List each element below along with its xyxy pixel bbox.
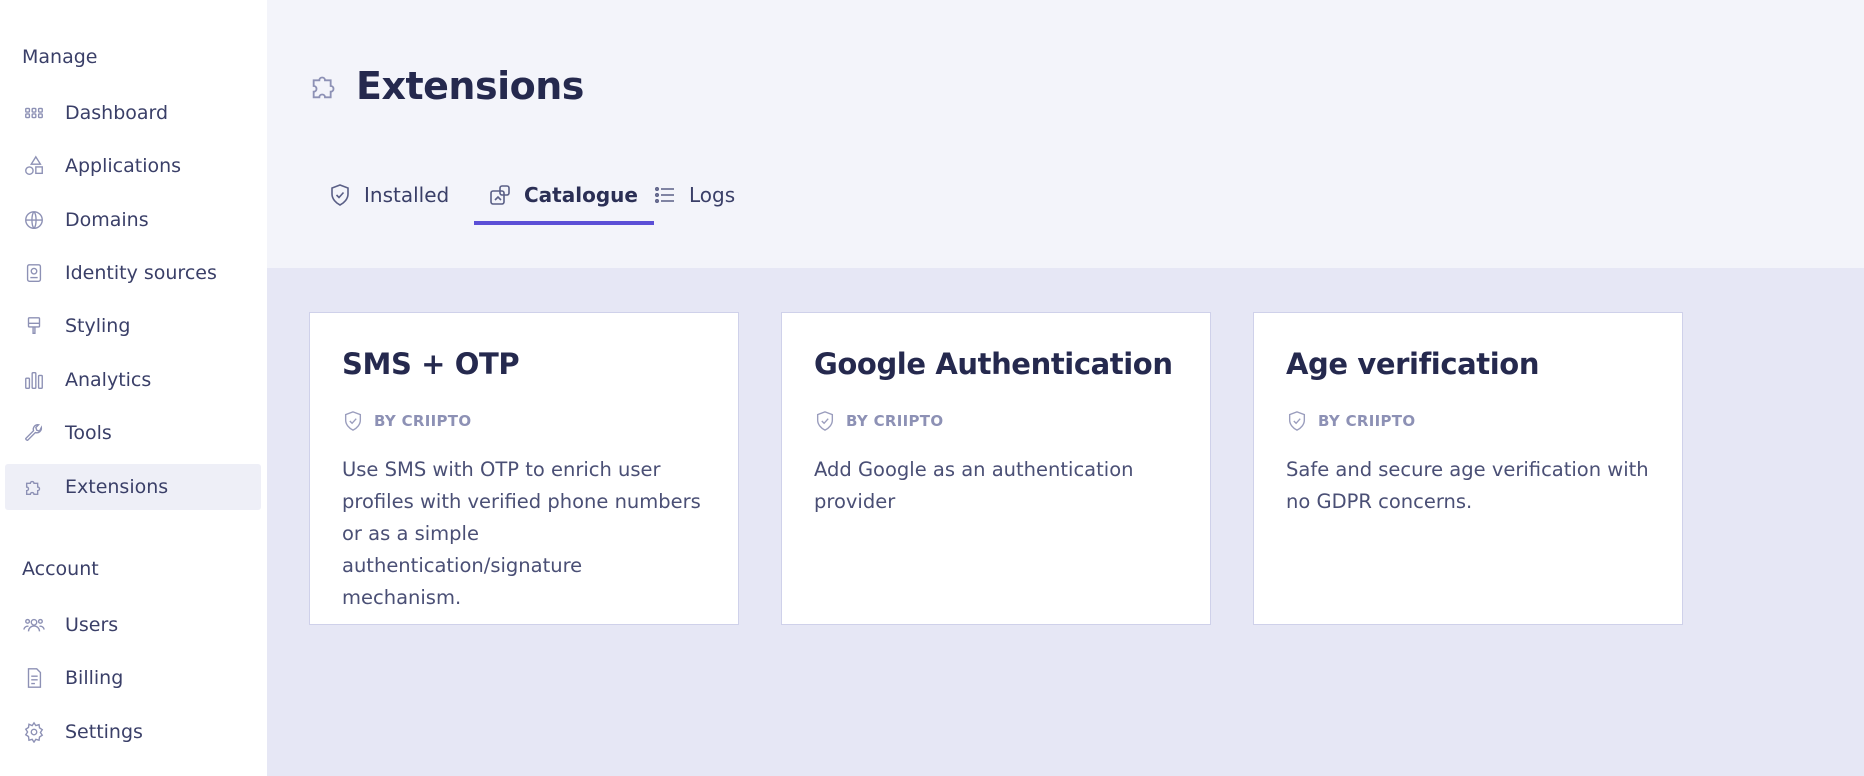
card-publisher-label: BY CRIIPTO: [1318, 412, 1416, 430]
puzzle-icon: [308, 69, 342, 103]
sidebar-item-label: Users: [65, 614, 119, 636]
dashboard-icon: [22, 101, 46, 125]
sidebar-item-domains[interactable]: Domains: [5, 197, 261, 243]
card-publisher: BY CRIIPTO: [814, 410, 1178, 432]
id-card-icon: [22, 261, 46, 285]
card-publisher: BY CRIIPTO: [1286, 410, 1650, 432]
sidebar-item-settings[interactable]: Settings: [5, 709, 261, 755]
sidebar: Manage Dashboard Applications Domains Id…: [0, 0, 267, 776]
page-header: Extensions Installed Catalogue Logs: [267, 0, 1864, 268]
shield-check-icon: [1286, 410, 1308, 432]
globe-icon: [22, 208, 46, 232]
page-title-wrap: Extensions: [308, 64, 584, 108]
shield-check-icon: [814, 410, 836, 432]
sidebar-item-styling[interactable]: Styling: [5, 303, 261, 349]
puzzle-icon: [22, 475, 46, 499]
card-title: Age verification: [1286, 347, 1540, 381]
bar-chart-icon: [22, 368, 46, 392]
tab-installed[interactable]: Installed: [328, 177, 449, 225]
sidebar-item-label: Billing: [65, 667, 124, 689]
shield-check-icon: [342, 410, 364, 432]
sidebar-item-applications[interactable]: Applications: [5, 143, 261, 189]
card-publisher-label: BY CRIIPTO: [374, 412, 472, 430]
account-section-title: Account: [22, 558, 99, 580]
brush-icon: [22, 314, 46, 338]
receipt-icon: [22, 666, 46, 690]
sidebar-item-label: Tools: [65, 422, 112, 444]
page-title: Extensions: [356, 64, 584, 108]
tab-label: Logs: [689, 183, 736, 207]
wrench-icon: [22, 421, 46, 445]
extension-card-sms-otp[interactable]: SMS + OTP BY CRIIPTO Use SMS with OTP to…: [309, 312, 739, 625]
sidebar-item-tools[interactable]: Tools: [5, 410, 261, 456]
tab-catalogue[interactable]: Catalogue: [474, 177, 654, 225]
sidebar-item-label: Styling: [65, 315, 131, 337]
sidebar-item-users[interactable]: Users: [5, 602, 261, 648]
tab-logs[interactable]: Logs: [653, 177, 735, 225]
tab-label: Installed: [364, 183, 450, 207]
card-publisher-label: BY CRIIPTO: [846, 412, 944, 430]
manage-section-title: Manage: [22, 46, 98, 68]
sidebar-item-identity-sources[interactable]: Identity sources: [5, 250, 261, 296]
extension-card-age-verification[interactable]: Age verification BY CRIIPTO Safe and sec…: [1253, 312, 1683, 625]
card-description: Add Google as an authentication provider: [814, 458, 1134, 513]
sidebar-item-dashboard[interactable]: Dashboard: [5, 90, 261, 136]
card-title: SMS + OTP: [342, 347, 520, 381]
users-icon: [22, 613, 46, 637]
sidebar-item-label: Analytics: [65, 369, 152, 391]
sidebar-item-analytics[interactable]: Analytics: [5, 357, 261, 403]
sidebar-item-label: Dashboard: [65, 102, 169, 124]
card-description: Use SMS with OTP to enrich user profiles…: [342, 458, 701, 609]
tab-label: Catalogue: [524, 183, 638, 207]
sidebar-item-label: Applications: [65, 155, 182, 177]
card-description: Safe and secure age verification with no…: [1286, 458, 1649, 513]
sidebar-item-label: Settings: [65, 721, 143, 743]
list-icon: [653, 183, 677, 207]
shapes-icon: [22, 154, 46, 178]
sidebar-item-billing[interactable]: Billing: [5, 655, 261, 701]
catalogue-icon: [488, 183, 512, 207]
gear-icon: [22, 720, 46, 744]
sidebar-item-label: Extensions: [65, 476, 169, 498]
extension-card-google-authentication[interactable]: Google Authentication BY CRIIPTO Add Goo…: [781, 312, 1211, 625]
sidebar-item-label: Domains: [65, 209, 149, 231]
card-publisher: BY CRIIPTO: [342, 410, 706, 432]
sidebar-item-label: Identity sources: [65, 262, 217, 284]
shield-check-icon: [328, 183, 352, 207]
sidebar-item-extensions[interactable]: Extensions: [5, 464, 261, 510]
card-title: Google Authentication: [814, 347, 1173, 381]
